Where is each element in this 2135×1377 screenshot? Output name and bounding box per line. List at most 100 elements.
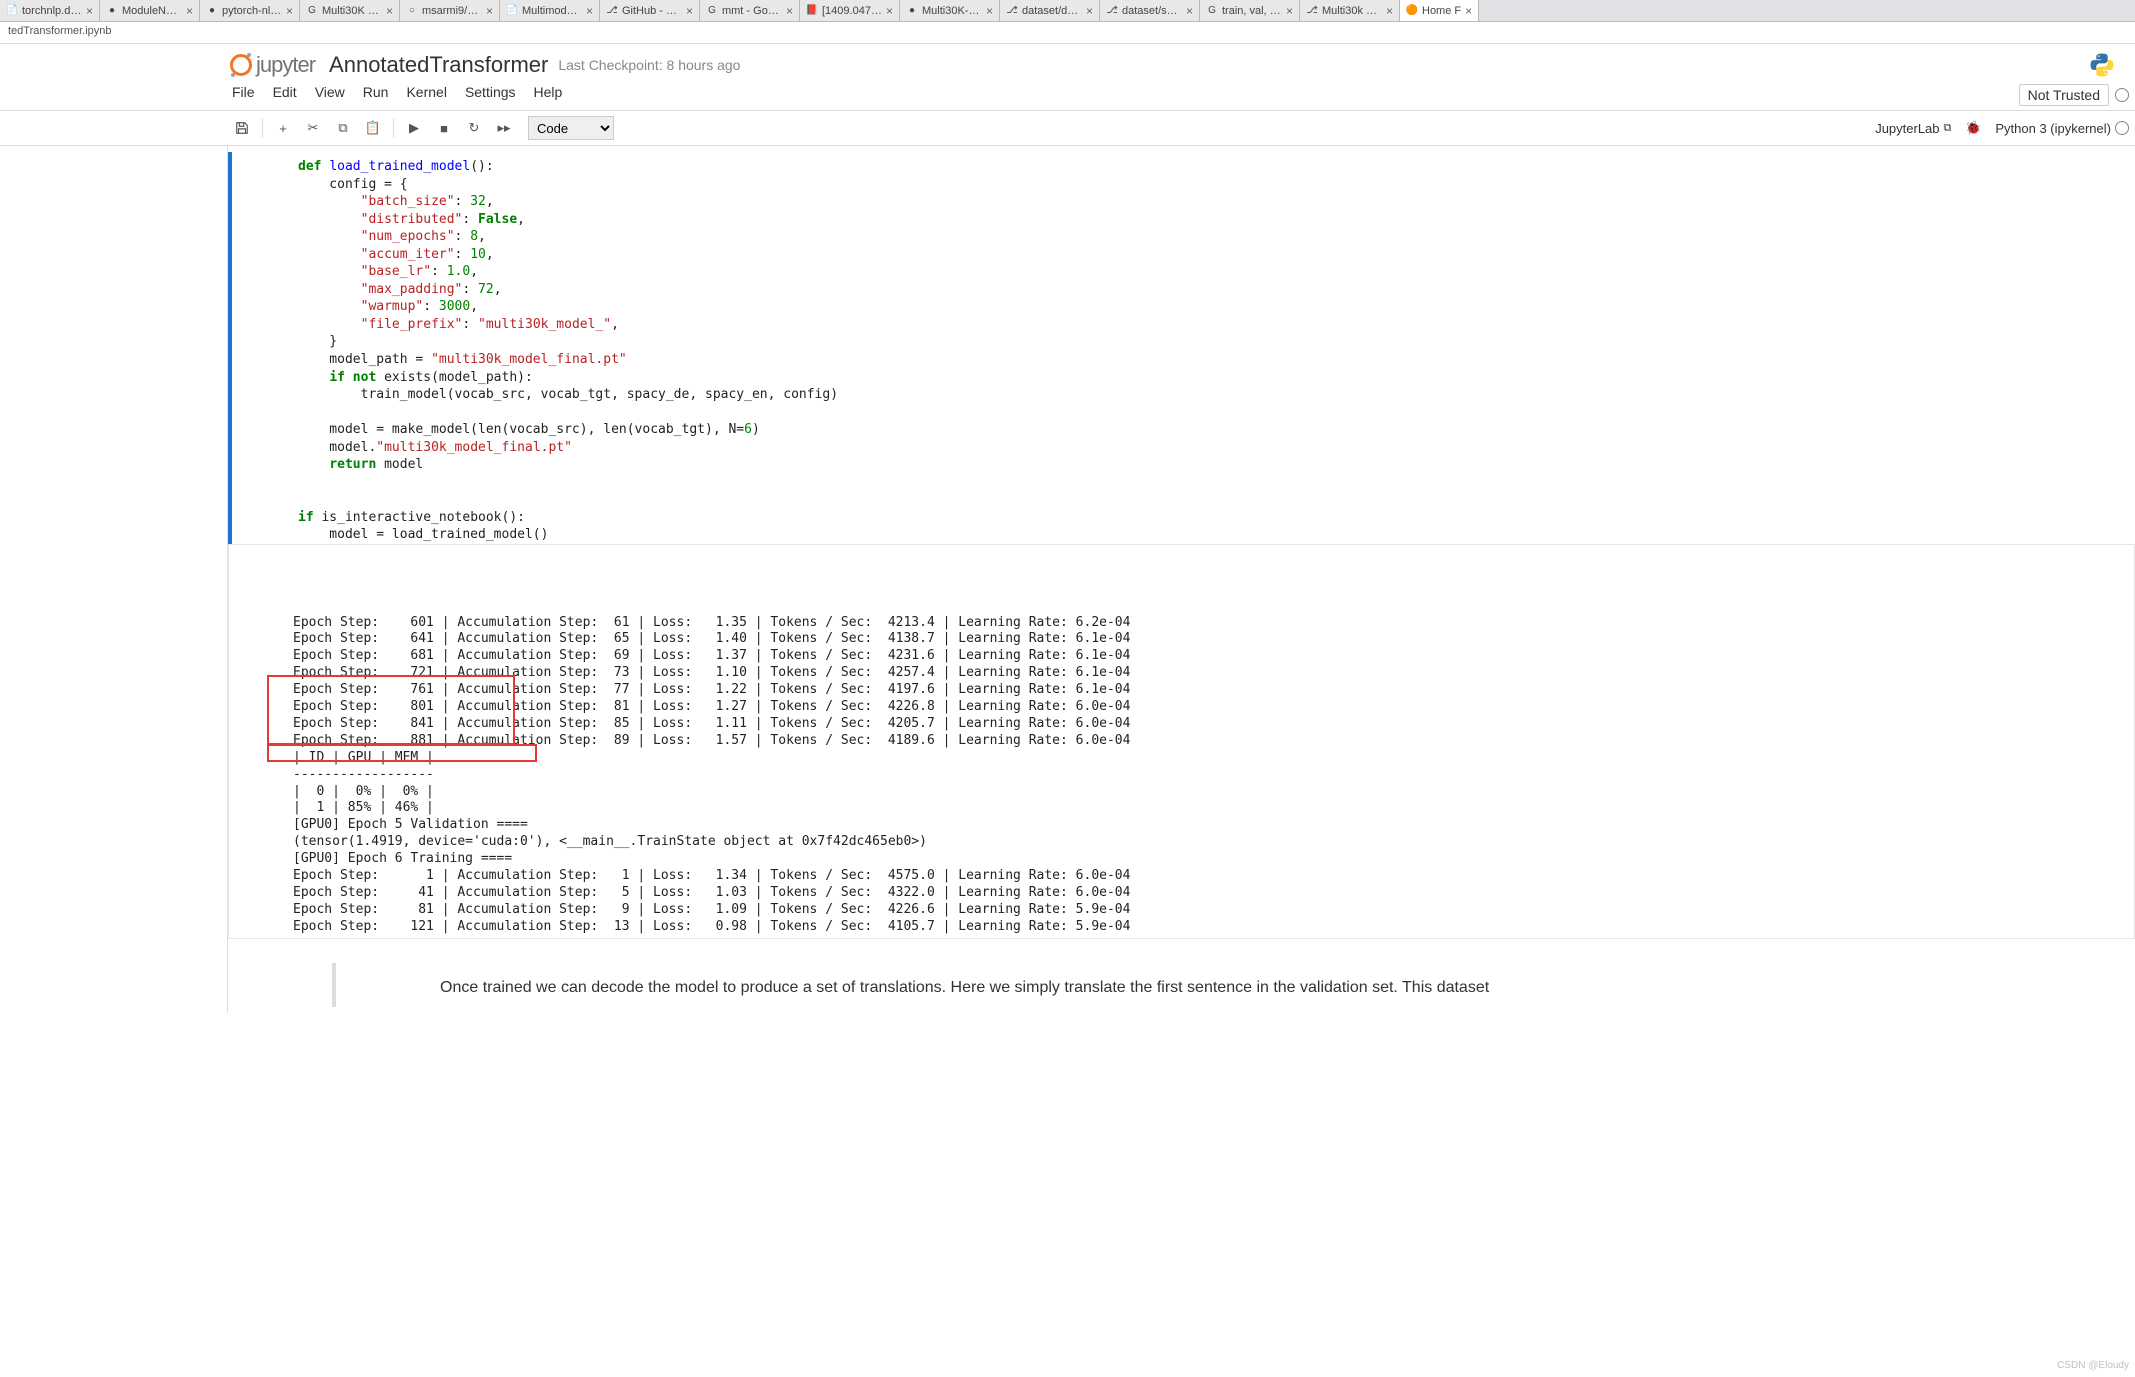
tab-title: GitHub - multi — [622, 5, 682, 17]
tab-favicon-icon: ⎇ — [1106, 5, 1118, 17]
browser-tab[interactable]: ○msarmi9/multi× — [400, 0, 500, 21]
close-icon[interactable]: × — [486, 4, 493, 18]
close-icon[interactable]: × — [186, 4, 193, 18]
tab-title: pytorch-nlp - — [222, 5, 282, 17]
output-line: [GPU0] Epoch 5 Validation ==== — [293, 817, 2126, 834]
code-editor[interactable]: def load_trained_model(): config = { "ba… — [298, 152, 2127, 550]
browser-tab[interactable]: Gtrain, val, test × — [1200, 0, 1300, 21]
kernel-indicator-icon — [2115, 121, 2129, 135]
kernel-name[interactable]: Python 3 (ipykernel) — [1995, 121, 2129, 136]
cut-button[interactable]: ✂ — [299, 115, 327, 141]
jupyter-logo: jupyter — [230, 52, 315, 78]
run-all-button[interactable]: ▸▸ — [490, 115, 518, 141]
browser-tab[interactable]: 📄Multimodal Tra× — [500, 0, 600, 21]
jupyter-header: jupyter AnnotatedTransformer Last Checkp… — [0, 44, 2135, 78]
menu-kernel[interactable]: Kernel — [406, 84, 446, 106]
output-line: [GPU0] Epoch 6 Training ==== — [293, 851, 2126, 868]
tab-favicon-icon: ⎇ — [1006, 5, 1018, 17]
trust-indicator[interactable]: Not Trusted — [2019, 84, 2109, 106]
markdown-cell[interactable]: Once trained we can decode the model to … — [332, 963, 2115, 1007]
cell-selection-bar — [228, 152, 232, 550]
close-icon[interactable]: × — [586, 4, 593, 18]
menu-run[interactable]: Run — [363, 84, 389, 106]
kernel-status-icon[interactable] — [2115, 88, 2129, 102]
output-line: (tensor(1.4919, device='cuda:0'), <__mai… — [293, 834, 2126, 851]
debugger-icon[interactable]: 🐞 — [1959, 115, 1987, 141]
output-line: Epoch Step: 41 | Accumulation Step: 5 | … — [293, 885, 2126, 902]
browser-tab[interactable]: Gmmt - Google× — [700, 0, 800, 21]
tab-title: dataset/script — [1122, 5, 1182, 17]
tab-title: train, val, test — [1222, 5, 1282, 17]
copy-button[interactable]: ⧉ — [329, 115, 357, 141]
browser-tabs: 📄torchnlp.datas×●ModuleNotFo× ● pytorch-nl… — [0, 0, 2135, 22]
close-icon[interactable]: × — [1186, 4, 1193, 18]
add-cell-button[interactable]: + — [269, 115, 297, 141]
close-icon[interactable]: × — [686, 4, 693, 18]
browser-tab[interactable]: 🟠 Home F × — [1400, 0, 1479, 21]
output-line: Epoch Step: 721 | Accumulation Step: 73 … — [293, 665, 2126, 682]
tab-favicon-icon: ⎇ — [606, 5, 618, 17]
close-icon[interactable]: × — [386, 4, 393, 18]
tab-title: [1409.0473v7] — [822, 5, 882, 17]
watermark: CSDN @Eloudy — [2057, 1360, 2129, 1371]
browser-tab[interactable]: ⎇ Multi30k data × — [1300, 0, 1400, 21]
menu-edit[interactable]: Edit — [273, 84, 297, 106]
run-button[interactable]: ▶ — [400, 115, 428, 141]
menu-help[interactable]: Help — [534, 84, 563, 106]
browser-tab[interactable]: ●Multi30K-Ope× — [900, 0, 1000, 21]
restart-button[interactable]: ↻ — [460, 115, 488, 141]
tab-title: dataset/data a — [1022, 5, 1082, 17]
tab-title: Multi30k data — [1322, 5, 1382, 17]
close-icon[interactable]: × — [286, 4, 293, 18]
browser-tab[interactable]: 📕[1409.0473v7]× — [800, 0, 900, 21]
close-icon[interactable]: × — [886, 4, 893, 18]
tab-title: Multi30K-Ope — [922, 5, 982, 17]
checkpoint-text: Last Checkpoint: 8 hours ago — [558, 57, 740, 73]
output-line: Epoch Step: 81 | Accumulation Step: 9 | … — [293, 902, 2126, 919]
browser-tab[interactable]: ●ModuleNotFo× — [100, 0, 200, 21]
menu-file[interactable]: File — [232, 84, 255, 106]
close-icon[interactable]: × — [786, 4, 793, 18]
menu-settings[interactable]: Settings — [465, 84, 516, 106]
browser-tab[interactable]: GMulti30K - Goo× — [300, 0, 400, 21]
close-icon[interactable]: × — [1465, 4, 1472, 18]
menu-bar: File Edit View Run Kernel Settings Help Not Tr… — [0, 78, 2135, 111]
browser-tab[interactable]: ● pytorch-nlp - × — [200, 0, 300, 21]
external-link-icon: ⧉ — [1944, 122, 1952, 135]
output-line: ------------------ — [293, 767, 2126, 784]
markdown-text: Once trained we can decode the model to … — [440, 977, 2107, 999]
close-icon[interactable]: × — [1086, 4, 1093, 18]
browser-tab[interactable]: 📄torchnlp.datas× — [0, 0, 100, 21]
browser-tab[interactable]: ⎇ dataset/data a × — [1000, 0, 1100, 21]
close-icon[interactable]: × — [86, 4, 93, 18]
tab-favicon-icon: ● — [206, 5, 218, 17]
tab-favicon-icon: G — [306, 5, 318, 17]
close-icon[interactable]: × — [986, 4, 993, 18]
menu-view[interactable]: View — [315, 84, 345, 106]
output-line: Epoch Step: 841 | Accumulation Step: 85 … — [293, 716, 2126, 733]
code-cell[interactable]: def load_trained_model(): config = { "ba… — [228, 152, 2135, 550]
browser-tab[interactable]: ⎇ GitHub - multi × — [600, 0, 700, 21]
tab-title: Home F — [1422, 5, 1461, 17]
tab-favicon-icon: ⎇ — [1306, 5, 1318, 17]
close-icon[interactable]: × — [1286, 4, 1293, 18]
stop-button[interactable]: ■ — [430, 115, 458, 141]
toolbar: + ✂ ⧉ 📋 ▶ ■ ↻ ▸▸ Code JupyterLab⧉ 🐞 Pyth… — [0, 111, 2135, 146]
output-line: Epoch Step: 801 | Accumulation Step: 81 … — [293, 699, 2126, 716]
python-logo-icon — [2089, 52, 2115, 78]
cell-type-select[interactable]: Code — [528, 116, 614, 140]
output-line: | ID | GPU | MEM | — [293, 750, 2126, 767]
save-button[interactable] — [228, 115, 256, 141]
tab-favicon-icon: 🟠 — [1406, 5, 1418, 17]
tab-favicon-icon: 📄 — [6, 5, 18, 17]
paste-button[interactable]: 📋 — [359, 115, 387, 141]
notebook-area: def load_trained_model(): config = { "ba… — [0, 146, 2135, 1013]
close-icon[interactable]: × — [1386, 4, 1393, 18]
cell-output[interactable]: Epoch Step: 601 | Accumulation Step: 61 … — [228, 544, 2135, 938]
notebook-title[interactable]: AnnotatedTransformer — [329, 52, 548, 78]
tab-favicon-icon: G — [1206, 5, 1218, 17]
tab-title: mmt - Google — [722, 5, 782, 17]
jupyterlab-link[interactable]: JupyterLab⧉ — [1875, 121, 1951, 136]
browser-tab[interactable]: ⎇ dataset/script × — [1100, 0, 1200, 21]
tab-favicon-icon: ○ — [406, 5, 418, 17]
